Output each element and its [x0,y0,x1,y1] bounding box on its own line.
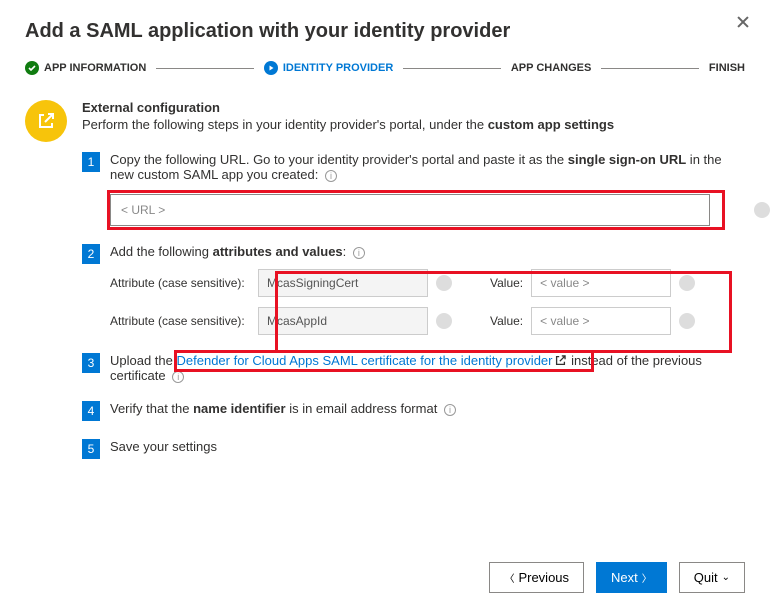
section-heading: External configuration [82,100,745,115]
quit-button[interactable]: Quit⌄ [679,562,745,593]
copy-icon[interactable] [436,313,452,329]
step-number-1: 1 [82,152,100,172]
section-intro: Perform the following steps in your iden… [82,117,745,132]
step-app-changes: APP CHANGES [511,62,591,74]
close-icon[interactable] [736,15,750,29]
attribute-label: Attribute (case sensitive): [110,276,250,290]
step-label: IDENTITY PROVIDER [283,62,393,74]
step-number-2: 2 [82,244,100,264]
copy-icon[interactable] [754,202,770,218]
step5-text: Save your settings [110,439,745,459]
value-input-2[interactable] [531,307,671,335]
step-label: APP INFORMATION [44,62,146,74]
step-label: APP CHANGES [511,62,591,74]
wizard-stepper: APP INFORMATION IDENTITY PROVIDER APP CH… [25,61,745,75]
info-icon[interactable]: i [172,371,184,383]
step3-text: Upload the Defender for Cloud Apps SAML … [110,353,702,383]
check-circle-icon [25,61,39,75]
step4-text: Verify that the name identifier is in em… [110,401,745,421]
copy-icon[interactable] [436,275,452,291]
info-icon[interactable]: i [325,170,337,182]
previous-button[interactable]: 〈Previous [489,562,584,593]
next-button[interactable]: Next〉 [596,562,667,593]
external-link-circle-icon [25,100,67,142]
play-circle-icon [264,61,278,75]
page-title: Add a SAML application with your identit… [25,20,745,43]
attribute-input-1[interactable] [258,269,428,297]
chevron-right-icon: 〉 [642,570,652,585]
info-icon[interactable]: i [353,247,365,259]
saml-certificate-link[interactable]: Defender for Cloud Apps SAML certificate… [177,353,553,368]
copy-icon[interactable] [679,313,695,329]
step-number-5: 5 [82,439,100,459]
step-number-3: 3 [82,353,100,373]
step-number-4: 4 [82,401,100,421]
sso-url-field[interactable]: < URL > [110,194,710,226]
copy-icon[interactable] [679,275,695,291]
step2-text: Add the following attributes and values:… [110,244,745,259]
value-input-1[interactable] [531,269,671,297]
external-link-icon [554,354,567,367]
step-label: FINISH [709,62,745,74]
chevron-down-icon: ⌄ [722,572,730,583]
step-app-information: APP INFORMATION [25,61,146,75]
value-label: Value: [490,314,523,328]
step-identity-provider: IDENTITY PROVIDER [264,61,393,75]
value-label: Value: [490,276,523,290]
step1-text: Copy the following URL. Go to your ident… [110,152,745,182]
chevron-left-icon: 〈 [504,570,514,585]
attribute-input-2[interactable] [258,307,428,335]
info-icon[interactable]: i [444,404,456,416]
attribute-label: Attribute (case sensitive): [110,314,250,328]
step-finish: FINISH [709,62,745,74]
